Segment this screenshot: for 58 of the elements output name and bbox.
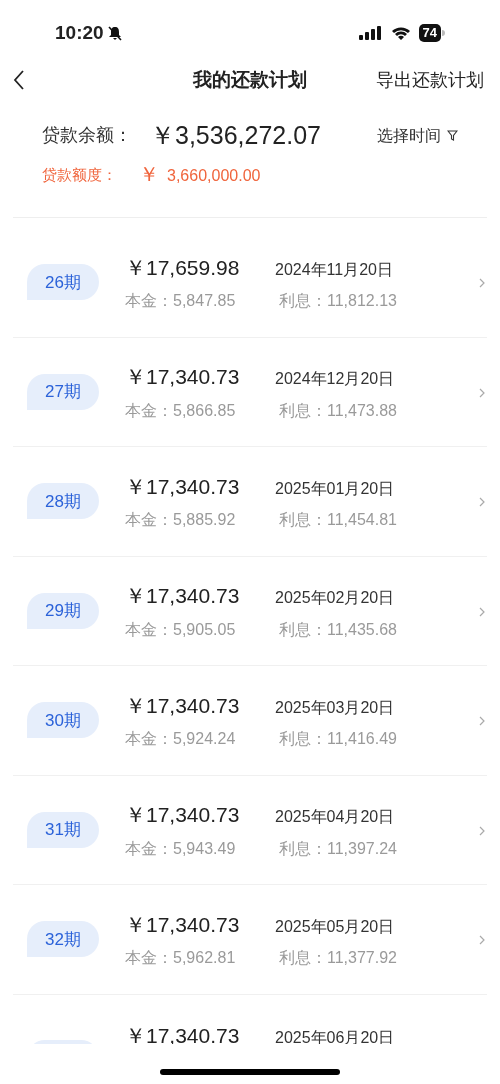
export-button[interactable]: 导出还款计划 (376, 66, 484, 94)
due-date: 2025年05月20日 (275, 916, 395, 937)
due-date: 2025年03月20日 (275, 697, 395, 718)
payment-amount: ￥17,340.73 (125, 692, 241, 719)
interest-text: 利息：11,377.92 (279, 948, 397, 968)
payment-amount: ￥17,340.73 (125, 473, 241, 500)
interest-text: 利息：11,397.24 (279, 838, 397, 859)
chevron-right-icon[interactable] (479, 387, 485, 398)
chevron-right-icon[interactable] (479, 716, 485, 726)
principal-text: 本金：5,847.85 (125, 291, 237, 311)
balance-label: 贷款余额： (42, 124, 132, 148)
status-time: 10:20 (55, 20, 104, 45)
principal-text: 本金：5,924.24 (125, 729, 237, 749)
due-date: 2025年04月20日 (275, 807, 395, 827)
principal-text: 本金：5,962.81 (125, 948, 237, 968)
interest-text: 利息：11,435.68 (279, 619, 397, 640)
currency-symbol: ￥ (139, 161, 159, 187)
period-badge: 28期 (27, 483, 99, 520)
payment-amount: ￥17,340.73 (125, 802, 241, 828)
principal-text: 本金：5,905.05 (125, 619, 237, 640)
payment-amount: ￥17,340.73 (125, 364, 241, 390)
limit-label: 贷款额度： (42, 165, 117, 186)
interest-text: 利息：11,473.88 (279, 400, 397, 421)
period-badge: 26期 (27, 264, 99, 301)
bell-slash-icon (106, 25, 123, 41)
wifi-icon (390, 26, 411, 40)
period-badge: 32期 (27, 921, 99, 958)
time-filter-button[interactable]: 选择时间 (377, 123, 458, 148)
chevron-right-icon[interactable] (479, 606, 485, 617)
payment-amount: ￥17,659.98 (125, 254, 241, 281)
due-date: 2024年12月20日 (275, 369, 395, 389)
filter-icon (447, 130, 458, 142)
payment-amount: ￥17,340.73 (125, 911, 241, 938)
limit-amount: 3,660,000.00 (167, 165, 261, 186)
principal-text: 本金：5,885.92 (125, 510, 237, 530)
period-badge: 29期 (27, 592, 99, 629)
back-icon[interactable] (13, 70, 25, 90)
due-date: 2024年11月20日 (275, 259, 393, 280)
battery-indicator: 74 (418, 24, 445, 42)
period-badge: 27期 (27, 373, 99, 410)
chevron-right-icon[interactable] (479, 825, 485, 836)
chevron-right-icon[interactable] (479, 497, 485, 507)
due-date: 2025年06月20日 (275, 1027, 395, 1044)
due-date: 2025年01月20日 (275, 478, 395, 499)
payment-amount: ￥17,340.73 (125, 583, 241, 609)
period-badge: 31期 (27, 811, 99, 848)
page-title: 我的还款计划 (193, 67, 307, 92)
interest-text: 利息：11,812.13 (279, 291, 397, 311)
principal-text: 本金：5,866.85 (125, 400, 237, 421)
chevron-right-icon[interactable] (479, 935, 485, 945)
principal-text: 本金：5,943.49 (125, 838, 237, 859)
chevron-right-icon[interactable] (479, 278, 485, 288)
signal-icon (358, 26, 383, 40)
interest-text: 利息：11,416.49 (279, 729, 397, 749)
period-badge: 30期 (27, 702, 99, 739)
interest-text: 利息：11,454.81 (279, 510, 397, 530)
due-date: 2025年02月20日 (275, 588, 395, 608)
balance-amount: ￥3,536,272.07 (150, 120, 321, 151)
